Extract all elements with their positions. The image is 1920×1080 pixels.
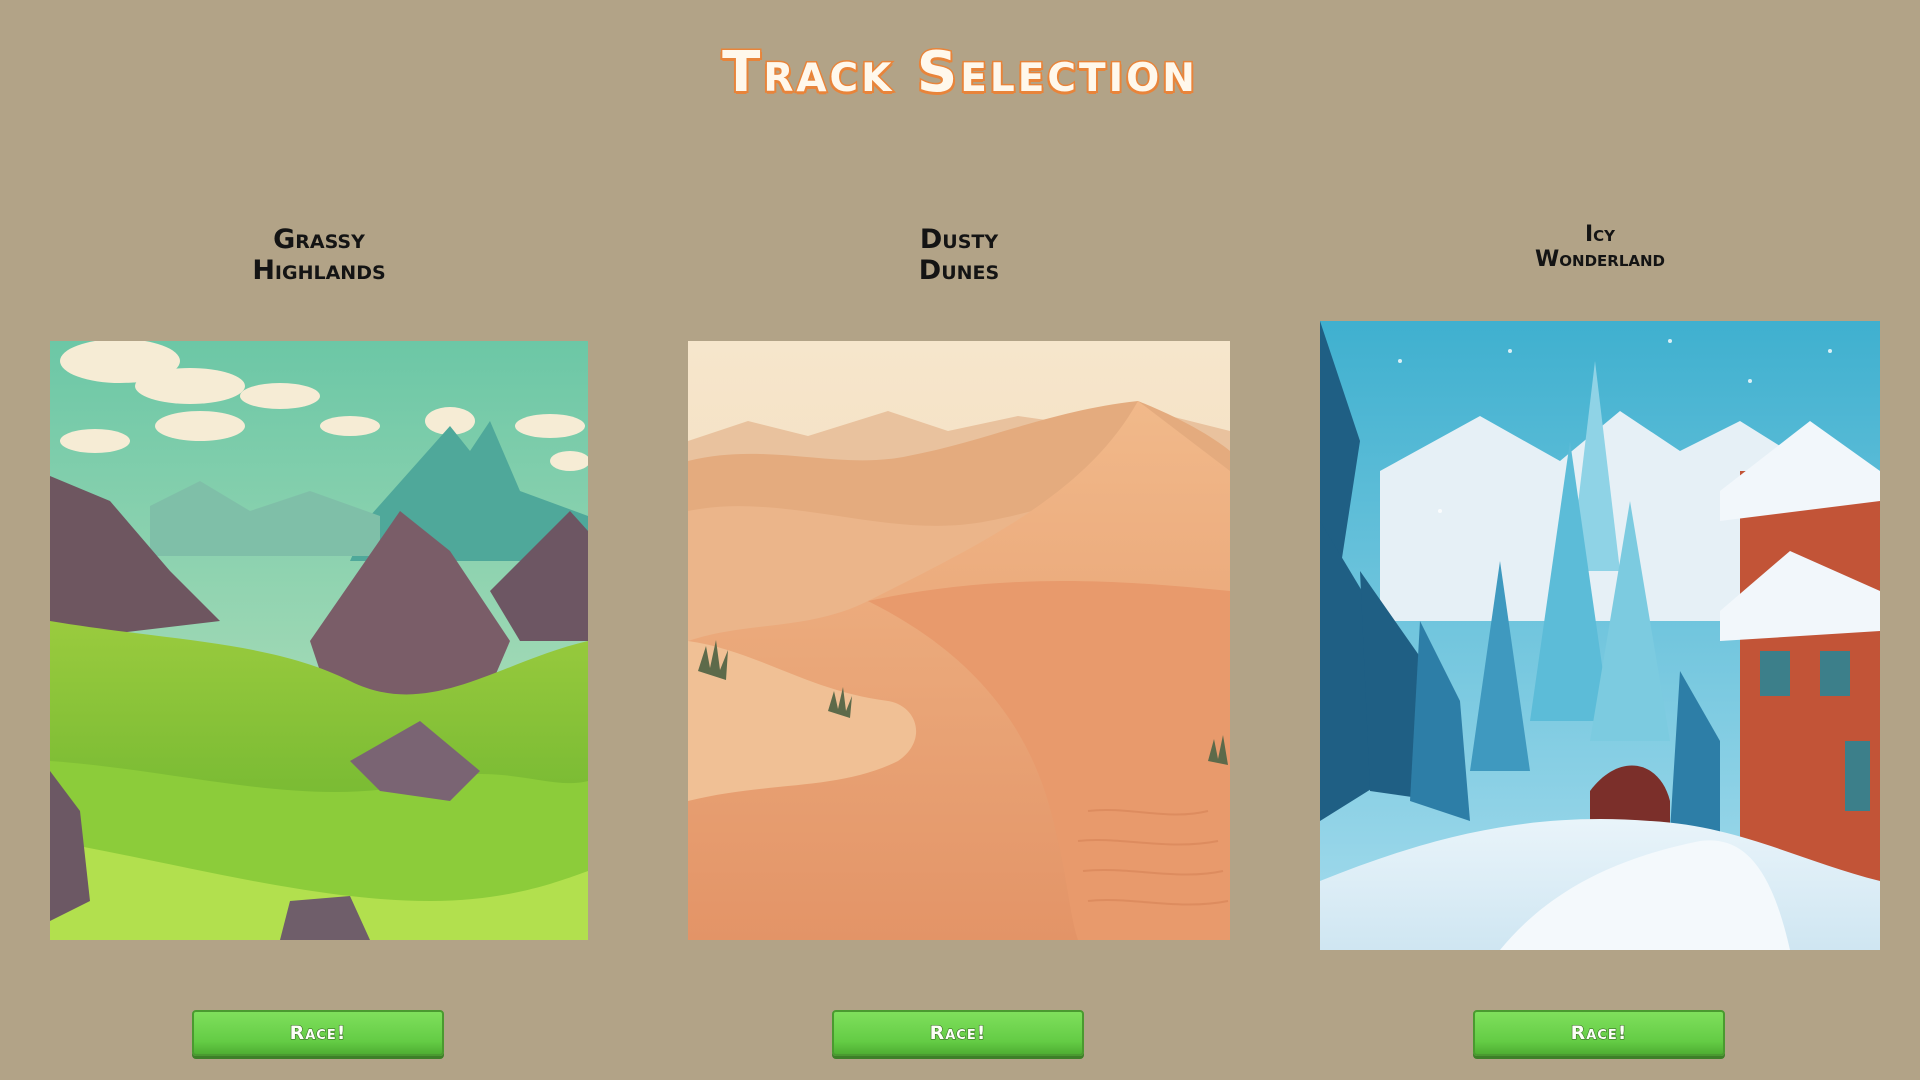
track-card-grassy-highlands: Grassy Highlands Race! <box>50 0 588 1080</box>
track-image-icy-wonderland[interactable] <box>1320 321 1880 950</box>
dusty-dunes-illustration <box>688 341 1230 940</box>
race-button[interactable]: Race! <box>832 1010 1084 1056</box>
track-image-grassy-highlands[interactable] <box>50 341 588 940</box>
track-name: Icy Wonderland <box>1535 222 1665 273</box>
icy-wonderland-illustration <box>1320 321 1880 950</box>
race-button[interactable]: Race! <box>1473 1010 1725 1056</box>
track-name: Grassy Highlands <box>252 224 386 287</box>
track-card-dusty-dunes: Dusty Dunes Race! <box>688 0 1230 1080</box>
track-card-icy-wonderland: Icy Wonderland Race! <box>1320 0 1880 1080</box>
track-selection-screen: Track Selection Grassy Highlands Race! D… <box>0 0 1920 1080</box>
track-image-dusty-dunes[interactable] <box>688 341 1230 940</box>
track-name: Dusty Dunes <box>918 224 1000 287</box>
race-button[interactable]: Race! <box>192 1010 444 1056</box>
grassy-highlands-illustration <box>50 341 588 940</box>
